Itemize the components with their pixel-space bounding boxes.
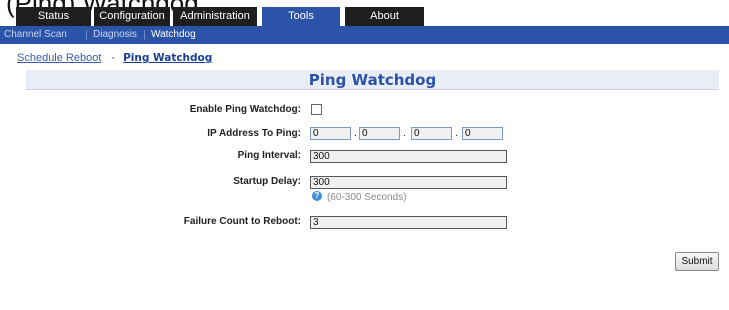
ip-octet-4-input[interactable]: 0 [462, 127, 503, 140]
sub-navigation: Channel Scan Diagnosis Watchdog [0, 26, 729, 44]
breadcrumb-schedule-reboot[interactable]: Schedule Reboot [17, 52, 101, 64]
ping-interval-input[interactable]: 300 [310, 150, 507, 163]
ip-octet-1-input[interactable]: 0 [310, 127, 351, 140]
ip-octet-3-input[interactable]: 0 [411, 127, 452, 140]
tab-about[interactable]: About [345, 7, 424, 26]
top-tab-bar: Status Configuration Administration Tool… [0, 7, 729, 26]
breadcrumb: Schedule Reboot - Ping Watchdog [17, 52, 212, 64]
ip-address-label: IP Address To Ping: [207, 128, 301, 139]
ip-octet-2-input[interactable]: 0 [359, 127, 400, 140]
tab-configuration[interactable]: Configuration [94, 7, 170, 26]
subnav-watchdog[interactable]: Watchdog [151, 26, 196, 44]
ip-dot-separator: . [354, 128, 357, 139]
failure-count-input[interactable]: 3 [310, 216, 507, 229]
ip-dot-separator: . [403, 128, 406, 139]
tab-tools[interactable]: Tools [262, 7, 340, 26]
tab-administration[interactable]: Administration [173, 7, 257, 26]
panel-title-bar: Ping Watchdog [26, 70, 719, 90]
startup-delay-input[interactable]: 300 [310, 176, 507, 189]
failure-count-label: Failure Count to Reboot: [183, 216, 301, 227]
breadcrumb-ping-watchdog[interactable]: Ping Watchdog [123, 52, 212, 64]
subnav-divider [86, 30, 87, 40]
subnav-diagnosis[interactable]: Diagnosis [93, 26, 137, 44]
enable-ping-watchdog-checkbox[interactable] [311, 104, 322, 115]
breadcrumb-separator: - [111, 52, 116, 64]
help-icon[interactable]: ? [312, 191, 322, 201]
startup-delay-hint: (60-300 Seconds) [327, 192, 407, 203]
tab-status[interactable]: Status [16, 7, 91, 26]
startup-delay-label: Startup Delay: [233, 176, 301, 187]
subnav-divider [144, 30, 145, 40]
ip-dot-separator: . [455, 128, 458, 139]
subnav-channel-scan[interactable]: Channel Scan [4, 26, 67, 44]
submit-button[interactable]: Submit [675, 252, 719, 271]
ping-interval-label: Ping Interval: [237, 150, 301, 161]
page-title: Ping Watchdog [308, 71, 437, 89]
enable-ping-watchdog-label: Enable Ping Watchdog: [189, 104, 301, 115]
